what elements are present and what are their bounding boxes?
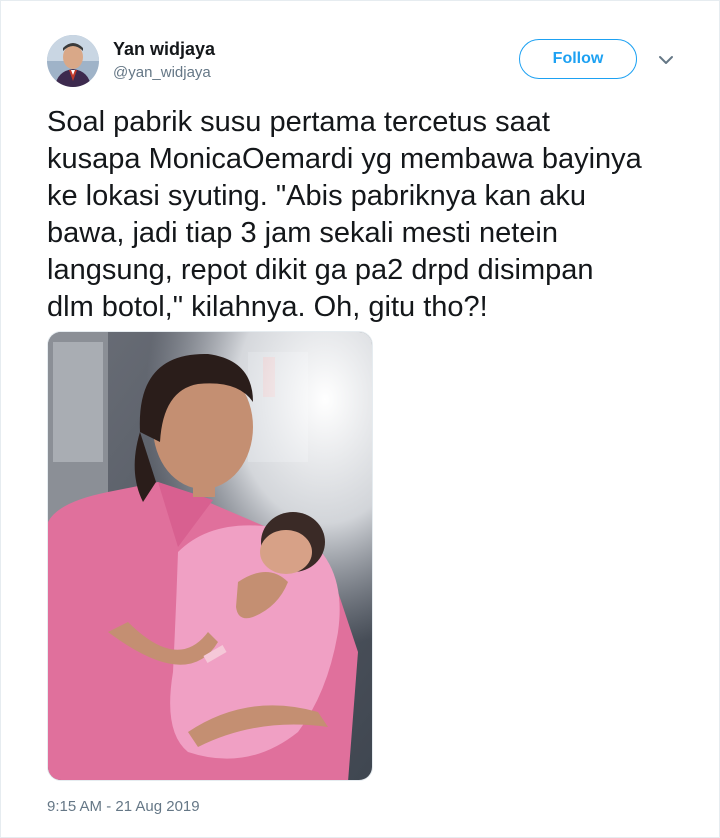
author-name[interactable]: Yan widjaya [113, 39, 215, 60]
avatar-photo [47, 35, 99, 87]
tweet-photo[interactable] [47, 331, 373, 781]
tweet-timestamp[interactable]: 9:15 AM - 21 Aug 2019 [47, 798, 200, 815]
chevron-down-icon[interactable] [657, 51, 675, 69]
follow-button[interactable]: Follow [519, 39, 637, 79]
author-avatar[interactable] [47, 35, 99, 87]
tweet-card: Yan widjaya @yan_widjaya Follow Soal pab… [0, 0, 720, 838]
tweet-text: Soal pabrik susu pertama tercetus saat k… [47, 106, 642, 323]
author-handle[interactable]: @yan_widjaya [113, 64, 211, 81]
mother-holding-baby-image [48, 332, 372, 780]
